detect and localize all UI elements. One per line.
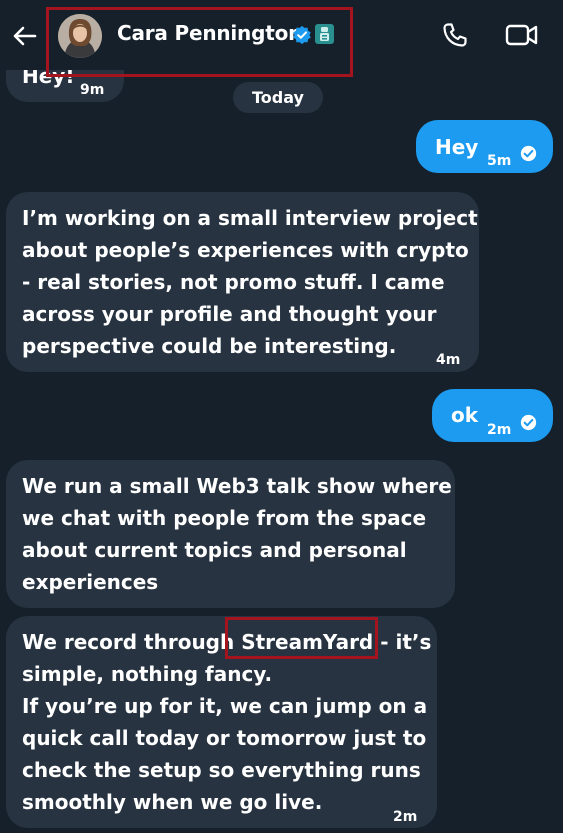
message-text-line: simple, nothing fancy. bbox=[22, 662, 273, 686]
message-text-line: smoothly when we go live. bbox=[22, 790, 323, 814]
message-time: 9m bbox=[80, 82, 105, 98]
message-text-line: across your profile and thought your bbox=[22, 302, 437, 326]
seen-check-icon bbox=[520, 145, 537, 162]
message-text-line: We run a small Web3 talk show where bbox=[22, 474, 452, 498]
message-bubble-incoming[interactable]: We run a small Web3 talk show where we c… bbox=[6, 460, 455, 608]
message-bubble-incoming[interactable]: We record through StreamYard - it’s simp… bbox=[6, 616, 437, 828]
message-text-line: experiences bbox=[22, 570, 159, 594]
verified-badge-icon bbox=[293, 25, 311, 45]
back-arrow-icon[interactable] bbox=[10, 22, 38, 50]
message-text-line: quick call today or tomorrow just to bbox=[22, 726, 427, 750]
message-text-line: If you’re up for it, we can jump on a bbox=[22, 694, 428, 718]
message-text-line: I’m working on a small interview project bbox=[22, 206, 478, 230]
conversation-header: Cara Pennington bbox=[0, 0, 563, 77]
message-time: 4m bbox=[436, 352, 461, 368]
message-time: 5m bbox=[487, 153, 512, 169]
video-camera-icon[interactable] bbox=[505, 21, 538, 49]
message-text-line: perspective could be interesting. bbox=[22, 334, 397, 358]
message-text: ok bbox=[451, 403, 479, 427]
avatar[interactable] bbox=[58, 14, 102, 58]
message-text-line: we chat with people from the space bbox=[22, 506, 427, 530]
message-bubble-incoming[interactable]: I’m working on a small interview project… bbox=[6, 192, 479, 372]
day-separator: Today bbox=[233, 82, 323, 113]
avatar-image bbox=[58, 14, 102, 58]
seen-check-icon bbox=[520, 414, 537, 431]
message-text-line: - real stories, not promo stuff. I came bbox=[22, 270, 445, 294]
message-bubble-outgoing[interactable]: Hey 5m bbox=[416, 120, 553, 173]
phone-icon[interactable] bbox=[441, 21, 469, 49]
message-text-line: We record through StreamYard - it’s bbox=[22, 630, 432, 654]
contact-name[interactable]: Cara Pennington bbox=[117, 21, 302, 45]
message-time: 2m bbox=[393, 809, 418, 825]
message-text: Hey bbox=[435, 135, 479, 159]
message-bubble-outgoing[interactable]: ok 2m bbox=[432, 389, 553, 442]
message-text-line: check the setup so everything runs bbox=[22, 758, 421, 782]
affiliate-badge-icon bbox=[315, 24, 334, 44]
message-text-line: about current topics and personal bbox=[22, 538, 407, 562]
message-time: 2m bbox=[487, 422, 512, 438]
message-text-line: about people’s experiences with crypto bbox=[22, 238, 469, 262]
